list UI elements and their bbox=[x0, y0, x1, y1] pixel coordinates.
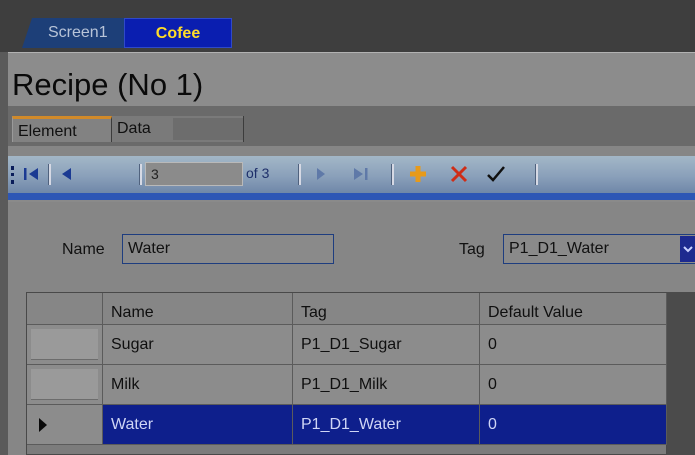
confirm-icon[interactable] bbox=[485, 163, 507, 185]
tag-label: Tag bbox=[459, 241, 485, 258]
row-header-corner[interactable] bbox=[27, 293, 103, 325]
next-record-icon[interactable] bbox=[314, 163, 328, 185]
column-header-default-value[interactable]: Default Value bbox=[480, 293, 667, 325]
page-title: Recipe (No 1) bbox=[12, 67, 204, 102]
cell-default-value[interactable]: 0 bbox=[480, 405, 667, 445]
cell-default-value[interactable]: 0 bbox=[480, 365, 667, 405]
name-field[interactable]: Water bbox=[122, 234, 334, 264]
grid-empty-area bbox=[667, 292, 695, 455]
row-selector[interactable] bbox=[27, 365, 103, 405]
recipe-elements-grid: Name Tag Default Value Sugar P1_D1_Sugar… bbox=[26, 292, 667, 455]
cell-tag[interactable]: P1_D1_Milk bbox=[293, 365, 480, 405]
row-selector[interactable] bbox=[27, 325, 103, 365]
cell-tag[interactable]: P1_D1_Water bbox=[293, 405, 480, 445]
record-navigator: 3 of 3 bbox=[8, 156, 695, 202]
table-row[interactable]: Sugar P1_D1_Sugar 0 bbox=[27, 325, 667, 365]
previous-record-icon[interactable] bbox=[59, 163, 75, 185]
row-selector[interactable] bbox=[27, 405, 103, 445]
record-count-label: of 3 bbox=[246, 165, 270, 181]
cell-tag[interactable]: P1_D1_Sugar bbox=[293, 325, 480, 365]
recipe-tab-bar: Element Data bbox=[8, 106, 695, 146]
tab-data[interactable]: Data bbox=[112, 116, 244, 142]
record-position-input[interactable]: 3 bbox=[145, 162, 243, 186]
tab-element[interactable]: Element bbox=[12, 116, 112, 142]
current-row-indicator-icon bbox=[39, 418, 47, 432]
screen-tab-cofee[interactable]: Cofee bbox=[124, 18, 232, 48]
column-header-tag[interactable]: Tag bbox=[293, 293, 480, 325]
recipe-screen: Screen1 Cofee Recipe (No 1) Element Data… bbox=[0, 0, 695, 455]
grid-header-row: Name Tag Default Value bbox=[27, 293, 667, 325]
toolbar-grip-icon[interactable] bbox=[11, 166, 17, 184]
column-header-name[interactable]: Name bbox=[103, 293, 293, 325]
add-icon[interactable] bbox=[407, 163, 429, 185]
toolbar-separator bbox=[535, 164, 538, 185]
toolbar-separator bbox=[391, 164, 394, 185]
name-label: Name bbox=[62, 241, 105, 258]
toolbar-separator bbox=[48, 164, 51, 185]
toolbar-accent-line bbox=[8, 193, 695, 200]
cell-name[interactable]: Sugar bbox=[103, 325, 293, 365]
screen-tab-screen1[interactable]: Screen1 bbox=[22, 18, 124, 48]
cell-name[interactable]: Milk bbox=[103, 365, 293, 405]
first-record-icon[interactable] bbox=[22, 163, 42, 185]
tag-combobox[interactable]: P1_D1_Water bbox=[503, 234, 695, 264]
last-record-icon[interactable] bbox=[351, 163, 371, 185]
toolbar-separator bbox=[298, 164, 301, 185]
toolbar-separator bbox=[139, 164, 142, 185]
recipe-header: Recipe (No 1) bbox=[8, 52, 695, 107]
table-row-selected[interactable]: Water P1_D1_Water 0 bbox=[27, 405, 667, 445]
cell-default-value[interactable]: 0 bbox=[480, 325, 667, 365]
screen-tab-bar: Screen1 Cofee bbox=[0, 0, 695, 52]
delete-icon[interactable] bbox=[448, 163, 470, 185]
cell-name[interactable]: Water bbox=[103, 405, 293, 445]
table-row[interactable]: Milk P1_D1_Milk 0 bbox=[27, 365, 667, 405]
chevron-down-icon[interactable] bbox=[680, 236, 695, 262]
